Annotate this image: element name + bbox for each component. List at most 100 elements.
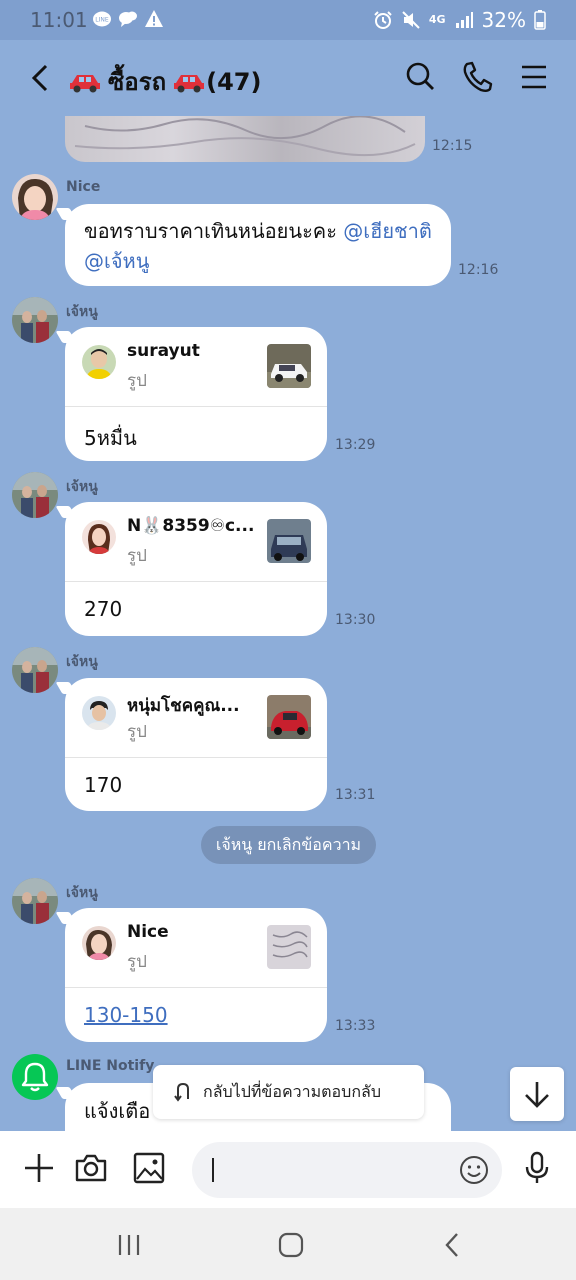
- message-time: 12:16: [458, 262, 499, 278]
- group-name: ซื้อรถ: [108, 68, 167, 96]
- image-message[interactable]: [65, 116, 425, 162]
- home-icon[interactable]: [276, 1230, 306, 1260]
- avatar[interactable]: [12, 647, 58, 693]
- message-time: 13:33: [335, 1018, 376, 1034]
- mention[interactable]: @เฮียชาติ: [343, 219, 432, 243]
- reply-message-bubble[interactable]: Nice รูป 130-150: [65, 908, 327, 1042]
- battery-icon: [534, 10, 546, 30]
- avatar[interactable]: [12, 1054, 58, 1100]
- quoted-avatar: [82, 696, 116, 730]
- message-input-bar: [0, 1131, 576, 1208]
- red-car-icon: [70, 74, 100, 92]
- quoted-message[interactable]: หนุ่มโชคคูณ... รูป: [65, 678, 327, 758]
- back-arrow-icon[interactable]: [26, 60, 56, 96]
- reply-message-bubble[interactable]: หนุ่มโชคคูณ... รูป 170: [65, 678, 327, 811]
- message-body: ขอทราบราคาเทินหน่อยนะคะ: [84, 219, 344, 243]
- status-time: 11:01: [30, 8, 88, 32]
- sender-name: Nice: [66, 179, 101, 195]
- avatar[interactable]: [12, 472, 58, 518]
- scroll-to-bottom-button[interactable]: [510, 1067, 564, 1121]
- user-photo: [12, 174, 58, 220]
- quoted-sender: Nice: [127, 922, 169, 942]
- quoted-type: รูป: [127, 952, 147, 972]
- message-time: 13:29: [335, 437, 376, 453]
- quoted-type: รูป: [127, 546, 147, 566]
- emoji-icon[interactable]: [458, 1154, 490, 1186]
- notification-icons: LINE: [92, 9, 164, 29]
- microphone-icon[interactable]: [520, 1151, 554, 1185]
- system-notice: เจ้หนู ยกเลิกข้อความ: [201, 826, 376, 864]
- message-text: แจ้งเตือ: [84, 1099, 151, 1123]
- system-back-icon[interactable]: [438, 1230, 468, 1260]
- avatar[interactable]: [12, 174, 58, 220]
- line-app-icon: LINE: [93, 11, 111, 27]
- link-text[interactable]: 130-150: [84, 1003, 168, 1027]
- quoted-avatar: [82, 345, 116, 379]
- return-arrow-icon: [174, 1082, 189, 1102]
- sender-name: เจ้หนู: [66, 885, 98, 901]
- network-type: 4G: [428, 13, 446, 26]
- jump-to-reply-toast[interactable]: กลับไปที่ข้อความตอบกลับ: [153, 1065, 424, 1119]
- quoted-type: รูป: [127, 722, 147, 742]
- user-photo: [12, 472, 58, 518]
- warning-icon: [145, 10, 163, 27]
- phone-icon[interactable]: [461, 60, 493, 94]
- avatar[interactable]: [12, 878, 58, 924]
- sender-name: เจ้หนู: [66, 304, 98, 320]
- quoted-type: รูป: [127, 371, 147, 391]
- quoted-message[interactable]: surayut รูป: [65, 327, 327, 407]
- sender-name: LINE Notify: [66, 1058, 155, 1074]
- avatar[interactable]: [12, 297, 58, 343]
- quoted-sender: surayut: [127, 341, 200, 361]
- quoted-message[interactable]: Nice รูป: [65, 908, 327, 988]
- quoted-message[interactable]: N🐰8359♾c... รูป: [65, 502, 327, 582]
- toast-text: กลับไปที่ข้อความตอบกลับ: [203, 1081, 381, 1101]
- alarm-icon: [374, 11, 392, 29]
- reply-message-bubble[interactable]: surayut รูป 5หมื่น: [65, 327, 327, 461]
- user-photo: [12, 647, 58, 693]
- gallery-icon[interactable]: [132, 1151, 166, 1185]
- search-icon[interactable]: [404, 60, 436, 94]
- signal-icon: [455, 12, 473, 28]
- message-text: 270: [84, 597, 123, 621]
- quoted-thumbnail: [267, 925, 311, 969]
- quoted-avatar: [82, 520, 116, 554]
- reply-message-bubble[interactable]: N🐰8359♾c... รูป 270: [65, 502, 327, 636]
- camera-icon[interactable]: [74, 1151, 108, 1185]
- svg-text:LINE: LINE: [95, 17, 109, 24]
- message-input-field[interactable]: [192, 1142, 502, 1198]
- system-navigation-bar: [0, 1208, 576, 1280]
- bell-icon: [21, 1062, 49, 1092]
- message-input[interactable]: [218, 1154, 438, 1186]
- message-list[interactable]: 12:15 Nice ขอทราบราคาเทินหน่อยนะคะ @เฮีย…: [0, 116, 576, 1131]
- menu-icon[interactable]: [518, 60, 550, 94]
- plus-icon[interactable]: [22, 1151, 56, 1185]
- quoted-avatar: [82, 926, 116, 960]
- quoted-sender: หนุ่มโชคคูณ...: [127, 696, 240, 716]
- red-car-icon: [174, 74, 205, 92]
- quoted-thumbnail: [267, 695, 311, 739]
- chat-header: ซื้อรถ (47): [0, 40, 576, 116]
- message-text: ขอทราบราคาเทินหน่อยนะคะ @เฮียชาติ @เจ้หน…: [84, 216, 434, 276]
- user-photo: [12, 297, 58, 343]
- photo-thumbnail: [74, 116, 416, 157]
- member-count: (47): [206, 67, 262, 96]
- message-text: 5หมื่น: [84, 426, 137, 450]
- mute-icon: [402, 11, 420, 29]
- battery-percent: 32%: [481, 8, 526, 32]
- quoted-thumbnail: [267, 344, 311, 388]
- message-text: 170: [84, 773, 123, 797]
- message-time: 13:30: [335, 612, 376, 628]
- recent-apps-icon[interactable]: [114, 1230, 144, 1260]
- sender-name: เจ้หนู: [66, 654, 98, 670]
- chat-title[interactable]: ซื้อรถ (47): [68, 62, 261, 101]
- system-icons: 4G 32%: [373, 8, 546, 32]
- mention[interactable]: @เจ้หนู: [84, 249, 149, 273]
- message-time: 12:15: [432, 138, 473, 154]
- text-caret: [212, 1158, 214, 1182]
- status-bar: 11:01 LINE 4G 32%: [0, 0, 576, 40]
- chat-bubbles-icon: [119, 11, 137, 27]
- user-photo: [12, 878, 58, 924]
- down-arrow-icon: [525, 1082, 549, 1108]
- message-bubble[interactable]: ขอทราบราคาเทินหน่อยนะคะ @เฮียชาติ @เจ้หน…: [65, 204, 451, 286]
